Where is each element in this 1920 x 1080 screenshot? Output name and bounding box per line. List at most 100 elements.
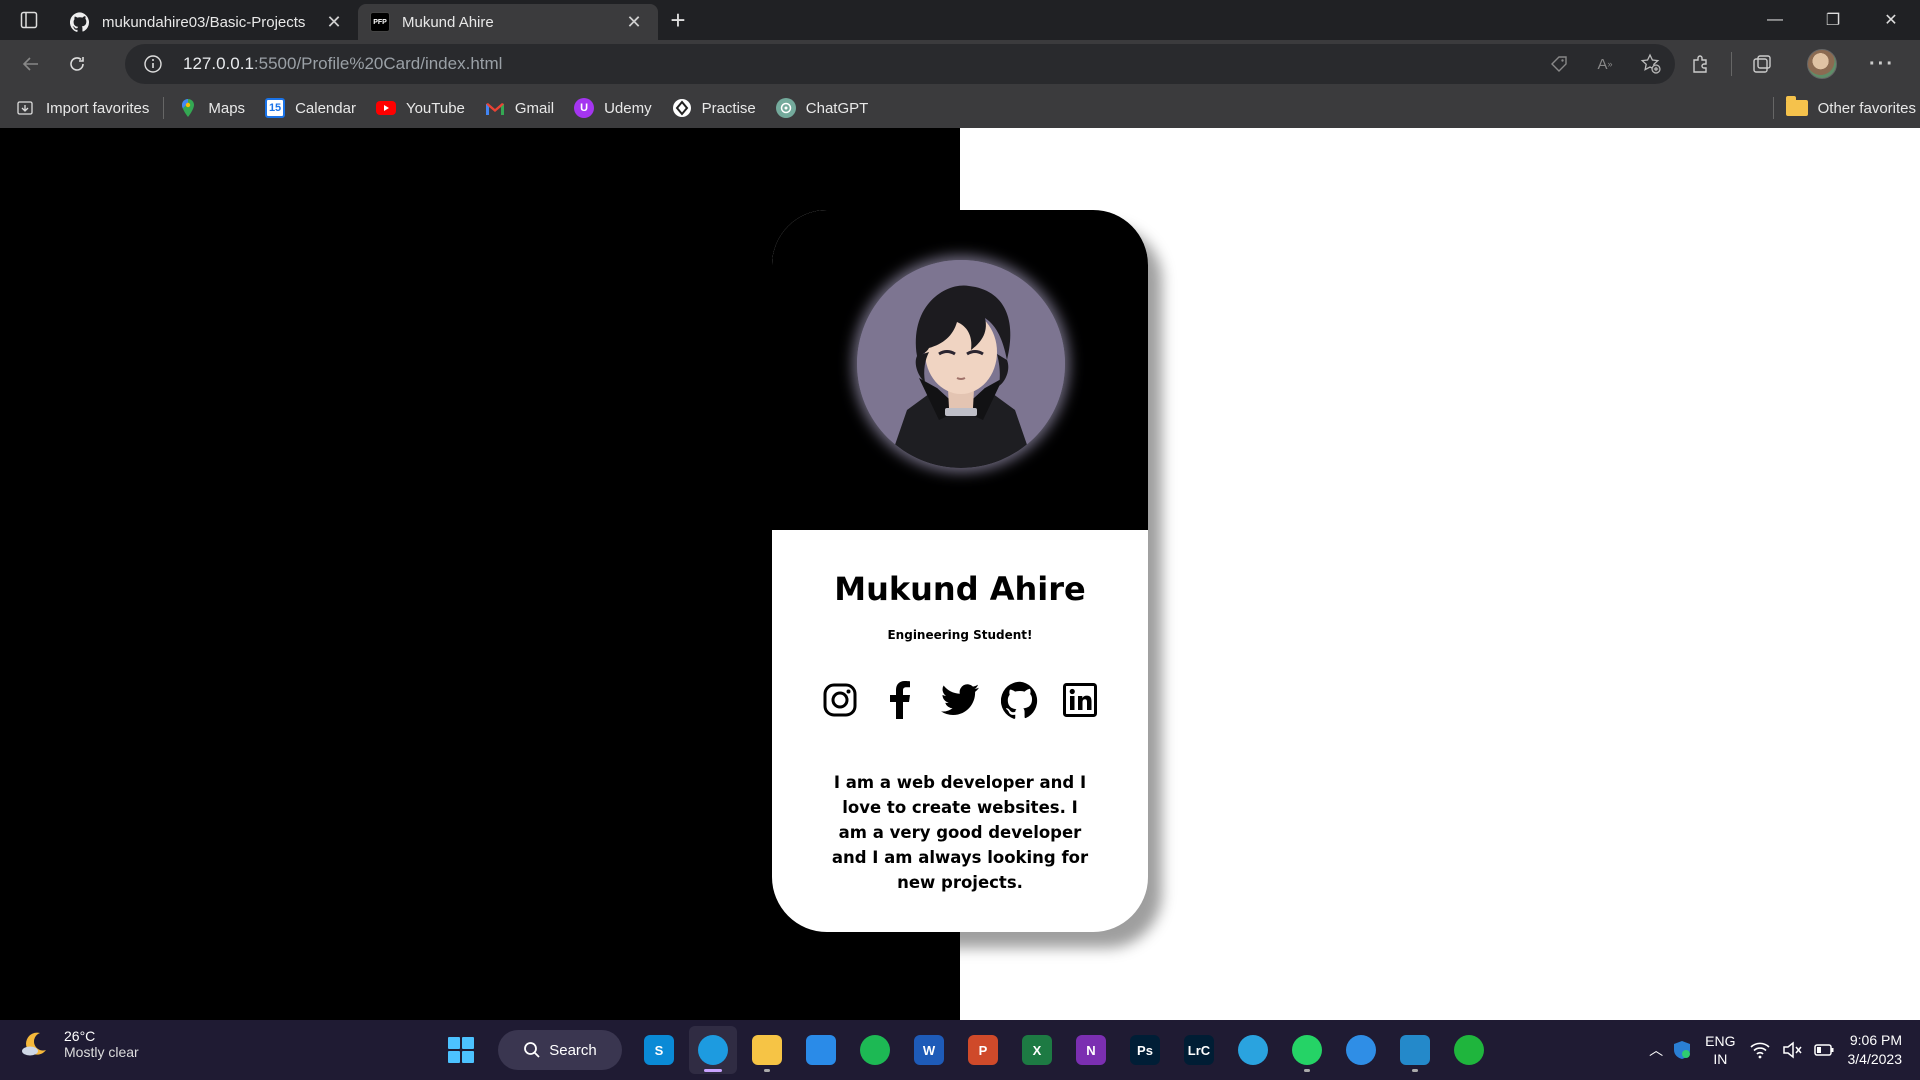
toolbar-right: ··· xyxy=(1671,40,1920,88)
fav-practise[interactable]: Practise xyxy=(672,92,756,124)
url-path: :5500/Profile%20Card/index.html xyxy=(253,54,503,73)
card-header xyxy=(772,210,1148,530)
new-tab-button[interactable]: + xyxy=(658,0,698,40)
taskbar-app-whatsapp[interactable] xyxy=(1283,1026,1331,1074)
instagram-icon[interactable] xyxy=(820,680,860,720)
address-bar[interactable]: 127.0.0.1:5500/Profile%20Card/index.html… xyxy=(125,44,1675,84)
address-bar-actions: A» xyxy=(1547,44,1663,84)
evernote-icon xyxy=(1454,1035,1484,1065)
back-arrow-icon xyxy=(22,57,38,71)
refresh-button[interactable] xyxy=(54,44,100,84)
tab-actions-icon xyxy=(20,11,38,29)
refresh-icon xyxy=(70,57,84,71)
chevron-up-icon[interactable]: ︿ xyxy=(1641,1040,1671,1060)
fav-label: Import favorites xyxy=(46,99,150,117)
taskbar-app-excel[interactable]: X xyxy=(1013,1026,1061,1074)
collections-button[interactable] xyxy=(1732,40,1792,88)
facebook-icon[interactable] xyxy=(880,680,920,720)
profile-bio: I am a web developer and I love to creat… xyxy=(831,773,1089,892)
vscode-icon xyxy=(1400,1035,1430,1065)
tab-strip: mukundahire03/Basic-Projects ✕ PFP Mukun… xyxy=(0,0,1920,40)
taskbar-app-spotify[interactable] xyxy=(851,1026,899,1074)
taskbar: 26°C Mostly clear Search S W P X N Ps LrC ︿ EN… xyxy=(0,1020,1920,1080)
github-icon[interactable] xyxy=(1000,680,1040,720)
fav-udemy[interactable]: U Udemy xyxy=(574,92,652,124)
other-favorites[interactable]: Other favorites xyxy=(1772,92,1916,124)
spotify-icon xyxy=(860,1035,890,1065)
close-window-button[interactable]: ✕ xyxy=(1862,0,1920,40)
fav-maps[interactable]: Maps xyxy=(178,92,245,124)
tab-title: mukundahire03/Basic-Projects xyxy=(102,13,306,31)
clock[interactable]: 9:06 PM 3/4/2023 xyxy=(1848,1031,1903,1069)
fav-import-favorites[interactable]: Import favorites xyxy=(16,92,149,124)
weather-temp: 26°C xyxy=(64,1028,96,1044)
fav-gmail[interactable]: Gmail xyxy=(485,92,554,124)
start-button[interactable] xyxy=(437,1026,485,1074)
folder-icon xyxy=(1785,96,1808,116)
social-links xyxy=(772,680,1148,720)
lightroom-classic-icon: LrC xyxy=(1184,1035,1214,1065)
file-explorer-icon xyxy=(752,1035,782,1065)
profile-card: Mukund Ahire Engineering Student! I am a… xyxy=(772,210,1148,932)
site-info-icon[interactable] xyxy=(141,52,165,76)
weather-widget[interactable]: 26°C Mostly clear xyxy=(20,1028,139,1060)
settings-menu-button[interactable]: ··· xyxy=(1852,40,1912,88)
system-icons[interactable] xyxy=(1749,1041,1834,1059)
taskbar-app-evernote[interactable] xyxy=(1445,1026,1493,1074)
tab-github[interactable]: mukundahire03/Basic-Projects ✕ xyxy=(58,4,358,40)
taskbar-app-lightroom-classic[interactable]: LrC xyxy=(1175,1026,1223,1074)
taskbar-app-onenote[interactable]: N xyxy=(1067,1026,1115,1074)
profile-button[interactable] xyxy=(1792,40,1852,88)
taskbar-app-vscode[interactable] xyxy=(1391,1026,1439,1074)
taskbar-app-edge[interactable] xyxy=(689,1026,737,1074)
profile-role: Engineering Student! xyxy=(887,628,1033,642)
favorites-divider xyxy=(1772,97,1774,119)
fav-chatgpt[interactable]: ChatGPT xyxy=(775,92,868,124)
youtube-icon xyxy=(375,98,396,118)
profile-picture xyxy=(857,260,1065,468)
window-controls: — ❐ ✕ xyxy=(1746,0,1920,40)
fav-calendar[interactable]: 15 Calendar xyxy=(265,92,356,124)
taskbar-app-photoshop[interactable]: Ps xyxy=(1121,1026,1169,1074)
taskbar-app-powerpoint[interactable]: P xyxy=(959,1026,1007,1074)
fav-label: Udemy xyxy=(604,99,652,117)
taskbar-app-word[interactable]: W xyxy=(905,1026,953,1074)
tab-close-button[interactable]: ✕ xyxy=(622,10,646,34)
restore-button[interactable]: ❐ xyxy=(1804,0,1862,40)
extensions-button[interactable] xyxy=(1671,40,1731,88)
page-viewport: Mukund Ahire Engineering Student! I am a… xyxy=(0,128,1920,1020)
whatsapp-icon xyxy=(1292,1035,1322,1065)
running-indicator xyxy=(1304,1069,1310,1072)
tab-profile-card[interactable]: PFP Mukund Ahire ✕ xyxy=(358,4,658,40)
url-text: 127.0.0.1:5500/Profile%20Card/index.html xyxy=(183,54,502,74)
taskbar-app-mail[interactable] xyxy=(797,1026,845,1074)
fav-youtube[interactable]: YouTube xyxy=(375,92,465,124)
tab-close-button[interactable]: ✕ xyxy=(322,10,346,34)
linkedin-icon[interactable] xyxy=(1060,680,1100,720)
tab-actions-button[interactable] xyxy=(0,0,58,40)
running-indicator xyxy=(764,1069,770,1072)
onenote-icon: N xyxy=(1076,1035,1106,1065)
skype-icon: S xyxy=(644,1035,674,1065)
back-button[interactable] xyxy=(8,44,54,84)
add-favorite-icon[interactable] xyxy=(1639,52,1663,76)
search-icon xyxy=(524,1042,540,1058)
taskbar-app-telegram[interactable] xyxy=(1229,1026,1277,1074)
clock-date: 3/4/2023 xyxy=(1847,1051,1903,1067)
favicon-label: PFP xyxy=(370,12,390,32)
gmail-icon xyxy=(485,98,505,118)
twitter-icon[interactable] xyxy=(940,680,980,720)
search-label: Search xyxy=(549,1041,597,1059)
taskbar-search[interactable]: Search xyxy=(498,1030,622,1070)
taskbar-app-app[interactable] xyxy=(1337,1026,1385,1074)
read-aloud-icon[interactable]: A» xyxy=(1593,52,1617,76)
favorites-divider xyxy=(163,97,165,119)
taskbar-app-file-explorer[interactable] xyxy=(743,1026,791,1074)
taskbar-app-skype[interactable]: S xyxy=(635,1026,683,1074)
minimize-button[interactable]: — xyxy=(1746,0,1804,40)
avatar-illustration xyxy=(857,260,1065,468)
tag-icon[interactable] xyxy=(1547,52,1571,76)
language-indicator[interactable]: ENG IN xyxy=(1705,1032,1735,1068)
defender-shield-icon[interactable] xyxy=(1671,1039,1693,1061)
fav-label: Calendar xyxy=(295,99,356,117)
